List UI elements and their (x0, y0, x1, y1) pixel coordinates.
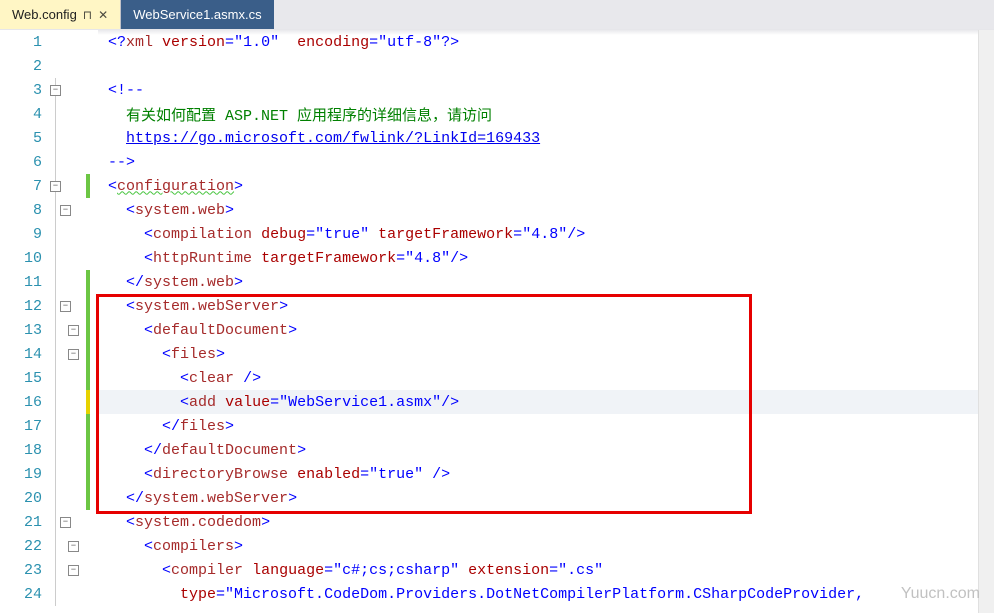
code-line: <?xml version="1.0" encoding="utf-8"?> (98, 30, 994, 54)
link-msdocs[interactable]: https://go.microsoft.com/fwlink/?LinkId=… (126, 130, 540, 147)
scrollbar-vertical[interactable] (978, 30, 994, 613)
fold-toggle[interactable]: − (68, 325, 79, 336)
code-line: <configuration> (98, 174, 994, 198)
fold-toggle[interactable]: − (60, 301, 71, 312)
code-line: </files> (98, 414, 994, 438)
fold-toggle[interactable]: − (60, 205, 71, 216)
code-line: <clear /> (98, 366, 994, 390)
tab-webservice[interactable]: WebService1.asmx.cs (121, 0, 273, 29)
fold-toggle[interactable]: − (50, 181, 61, 192)
code-line: <system.web> (98, 198, 994, 222)
line-number: 22 (0, 538, 48, 555)
code-line: --> (98, 150, 994, 174)
fold-toggle[interactable]: − (60, 517, 71, 528)
line-number: 20 (0, 490, 48, 507)
line-number: 17 (0, 418, 48, 435)
line-number: 7 (0, 178, 48, 195)
pin-icon[interactable]: ⊓ (83, 8, 92, 22)
tab-label: WebService1.asmx.cs (133, 7, 261, 22)
code-line: <httpRuntime targetFramework="4.8"/> (98, 246, 994, 270)
close-icon[interactable]: ✕ (98, 8, 108, 22)
line-number: 19 (0, 466, 48, 483)
gutter: 1 2 3− 4 5 6 7− 8− 9 10 11 12− 13− 14− 1… (0, 30, 98, 613)
line-number: 23 (0, 562, 48, 579)
code-editor[interactable]: 1 2 3− 4 5 6 7− 8− 9 10 11 12− 13− 14− 1… (0, 30, 994, 613)
line-number: 5 (0, 130, 48, 147)
code-line: <directoryBrowse enabled="true" /> (98, 462, 994, 486)
code-line: <!-- (98, 78, 994, 102)
fold-toggle[interactable]: − (68, 541, 79, 552)
fold-toggle[interactable]: − (50, 85, 61, 96)
line-number: 18 (0, 442, 48, 459)
line-number: 1 (0, 34, 48, 51)
code-content[interactable]: <?xml version="1.0" encoding="utf-8"?> <… (98, 30, 994, 613)
line-number: 4 (0, 106, 48, 123)
code-line: https://go.microsoft.com/fwlink/?LinkId=… (98, 126, 994, 150)
line-number: 24 (0, 586, 48, 603)
line-number: 9 (0, 226, 48, 243)
tab-bar: Web.config ⊓ ✕ WebService1.asmx.cs (0, 0, 994, 30)
code-line: <system.webServer> (98, 294, 994, 318)
line-number: 21 (0, 514, 48, 531)
code-line: <add value="WebService1.asmx"/> (98, 390, 994, 414)
line-number: 14 (0, 346, 48, 363)
tab-label: Web.config (12, 7, 77, 22)
line-number: 15 (0, 370, 48, 387)
tab-webconfig[interactable]: Web.config ⊓ ✕ (0, 0, 121, 29)
line-number: 8 (0, 202, 48, 219)
code-line: <files> (98, 342, 994, 366)
line-number: 2 (0, 58, 48, 75)
line-number: 11 (0, 274, 48, 291)
line-number: 16 (0, 394, 48, 411)
line-number: 12 (0, 298, 48, 315)
code-line: <system.codedom> (98, 510, 994, 534)
line-number: 10 (0, 250, 48, 267)
line-number: 6 (0, 154, 48, 171)
code-line (98, 54, 994, 78)
code-line: <compilers> (98, 534, 994, 558)
code-line: <compilation debug="true" targetFramewor… (98, 222, 994, 246)
code-line: <defaultDocument> (98, 318, 994, 342)
code-line: 有关如何配置 ASP.NET 应用程序的详细信息，请访问 (98, 102, 994, 126)
code-line: </system.web> (98, 270, 994, 294)
code-line: <compiler language="c#;cs;csharp" extens… (98, 558, 994, 582)
line-number: 13 (0, 322, 48, 339)
line-number: 3 (0, 82, 48, 99)
fold-toggle[interactable]: − (68, 565, 79, 576)
code-line: </defaultDocument> (98, 438, 994, 462)
watermark: Yuucn.com (901, 585, 980, 603)
code-line: type="Microsoft.CodeDom.Providers.DotNet… (98, 582, 994, 606)
code-line: </system.webServer> (98, 486, 994, 510)
fold-toggle[interactable]: − (68, 349, 79, 360)
